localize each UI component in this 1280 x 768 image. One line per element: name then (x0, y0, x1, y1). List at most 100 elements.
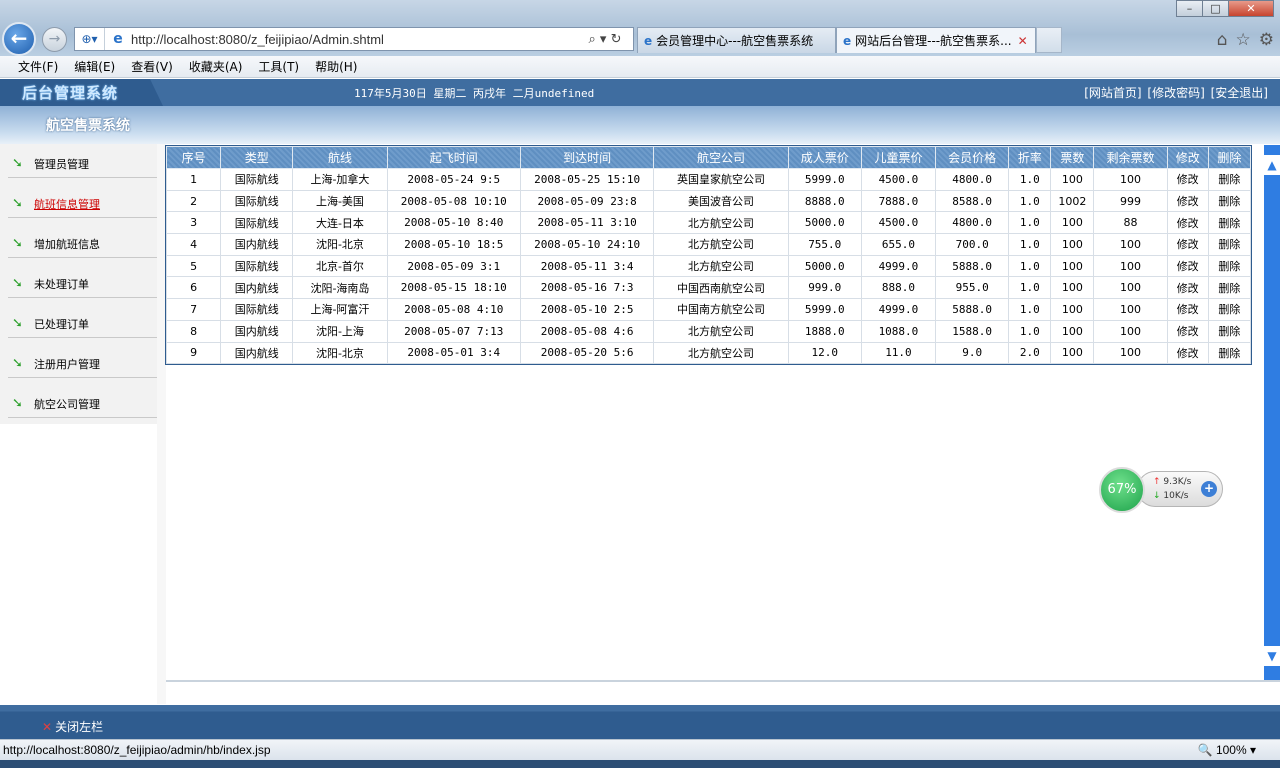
green-arrow-icon: ➘ (12, 315, 23, 331)
edit-link[interactable]: 修改 (1166, 168, 1209, 191)
back-button[interactable]: ← (2, 22, 36, 56)
close-sidebar-label: 关闭左栏 (55, 720, 104, 734)
table-cell: 11.0 (860, 341, 937, 365)
site-home-link[interactable]: [网站首页] (1084, 86, 1141, 100)
green-arrow-icon: ➘ (12, 155, 23, 171)
sidebar-item-label: 已处理订单 (34, 317, 89, 331)
delete-link[interactable]: 删除 (1207, 341, 1252, 365)
edit-link[interactable]: 修改 (1166, 298, 1209, 321)
tab-admin[interactable]: e 网站后台管理---航空售票系... ✕ (836, 27, 1036, 53)
table-cell: 2 (165, 189, 222, 213)
ie-page-icon: e (113, 31, 123, 47)
tab-label: 会员管理中心---航空售票系统 (656, 34, 814, 48)
menu-favorites[interactable]: 收藏夹(A) (189, 58, 243, 75)
sidebar-item-airlines[interactable]: ➘ 航空公司管理 (8, 390, 157, 418)
delete-link[interactable]: 删除 (1207, 211, 1252, 235)
search-refresh-icons[interactable]: ⌕ ▾ ↻ (577, 32, 633, 47)
settings-gear-icon[interactable]: ⚙ (1259, 30, 1274, 50)
scroll-down-icon[interactable]: ▼ (1264, 646, 1280, 666)
table-cell: 上海-阿富汗 (292, 298, 388, 321)
tab-member-center[interactable]: e 会员管理中心---航空售票系统 (637, 27, 836, 53)
green-arrow-icon: ➘ (12, 235, 23, 251)
address-url[interactable]: http://localhost:8080/z_feijipiao/Admin.… (131, 32, 577, 47)
column-header: 会员价格 (935, 146, 1010, 169)
sidebar-item-flights[interactable]: ➘ 航班信息管理 (8, 190, 157, 218)
table-cell: 655.0 (860, 233, 937, 256)
forward-button[interactable]: → (42, 27, 67, 52)
delete-link[interactable]: 删除 (1207, 319, 1252, 343)
green-arrow-icon: ➘ (12, 275, 23, 291)
close-window-button[interactable]: ✕ (1228, 0, 1274, 17)
menu-edit[interactable]: 编辑(E) (74, 58, 115, 75)
maximize-button[interactable]: □ (1202, 0, 1229, 17)
table-cell: 100 (1050, 298, 1095, 321)
flights-table: 序号 类型 航线 起飞时间 到达时间 航空公司 成人票价 儿童票价 会员价格 折率 票数 剩余票数 修改… (165, 146, 1252, 365)
edit-link[interactable]: 修改 (1166, 319, 1209, 343)
table-row: 9 国内航线 沈阳-北京 2008-05-01 3:4 2008-05-20 5:6 北方… (165, 341, 1252, 365)
menu-help[interactable]: 帮助(H) (315, 58, 357, 75)
table-cell: 1.0 (1008, 298, 1052, 321)
edit-link[interactable]: 修改 (1166, 276, 1209, 300)
new-tab-button[interactable] (1036, 27, 1062, 53)
sidebar-item-processed-orders[interactable]: ➘ 已处理订单 (8, 310, 157, 338)
edit-link[interactable]: 修改 (1166, 341, 1209, 365)
table-row: 8 国内航线 沈阳-上海 2008-05-07 7:13 2008-05-08 4:6 北… (165, 319, 1252, 343)
sidebar-item-users[interactable]: ➘ 注册用户管理 (8, 350, 157, 378)
delete-link[interactable]: 删除 (1207, 254, 1252, 278)
zoom-level[interactable]: 🔍 100% ▾ (1198, 743, 1256, 757)
table-row: 3 国际航线 大连-日本 2008-05-10 8:40 2008-05-11 3:10… (165, 211, 1252, 235)
sidebar-item-pending-orders[interactable]: ➘ 未处理订单 (8, 270, 157, 298)
sidebar-item-admin[interactable]: ➘ 管理员管理 (8, 150, 157, 178)
menu-view[interactable]: 查看(V) (131, 58, 173, 75)
table-cell: 2008-05-08 10:10 (386, 189, 521, 213)
table-cell: 2008-05-09 23:8 (519, 189, 655, 213)
table-cell: 5999.0 (787, 168, 862, 191)
delete-link[interactable]: 删除 (1207, 189, 1252, 213)
close-sidebar-button[interactable]: ✕ 关闭左栏 (42, 718, 103, 735)
delete-link[interactable]: 删除 (1207, 168, 1252, 191)
edit-link[interactable]: 修改 (1166, 189, 1209, 213)
delete-link[interactable]: 删除 (1207, 276, 1252, 300)
network-speed-widget[interactable]: 67% ↑ 9.3K/s ↓ 10K/s + (1097, 467, 1225, 513)
scroll-up-icon[interactable]: ▲ (1264, 155, 1280, 175)
table-cell: 3 (165, 211, 222, 235)
sidebar-item-add-flight[interactable]: ➘ 增加航班信息 (8, 230, 157, 258)
table-cell: 5000.0 (787, 254, 862, 278)
table-cell: 4800.0 (935, 211, 1010, 235)
column-header: 类型 (220, 146, 294, 169)
vertical-scrollbar[interactable]: ▲ ▼ (1264, 145, 1280, 680)
table-cell: 4999.0 (860, 254, 937, 278)
table-cell: 1.0 (1008, 276, 1052, 300)
edit-link[interactable]: 修改 (1166, 233, 1209, 256)
delete-link[interactable]: 删除 (1207, 233, 1252, 256)
compat-view-icon[interactable]: ⊕▾ (75, 28, 105, 50)
table-cell: 1.0 (1008, 233, 1052, 256)
column-header: 起飞时间 (386, 146, 521, 169)
menu-file[interactable]: 文件(F) (18, 58, 58, 75)
table-cell: 美国波音公司 (653, 189, 789, 213)
table-cell: 7 (165, 298, 222, 321)
edit-link[interactable]: 修改 (1166, 254, 1209, 278)
edit-link[interactable]: 修改 (1166, 211, 1209, 235)
menu-tools[interactable]: 工具(T) (258, 58, 299, 75)
table-cell: 2008-05-07 7:13 (386, 319, 521, 343)
memory-percent[interactable]: 67% (1099, 467, 1145, 513)
table-cell: 2008-05-10 24:10 (519, 233, 655, 256)
minimize-button[interactable]: – (1176, 0, 1203, 17)
sidebar-item-label: 航空公司管理 (34, 397, 100, 411)
table-cell: 北方航空公司 (653, 254, 789, 278)
close-tab-icon[interactable]: ✕ (1018, 34, 1028, 48)
table-cell: 2008-05-25 15:10 (519, 168, 655, 191)
widget-plus-icon[interactable]: + (1201, 481, 1217, 497)
favorites-star-icon[interactable]: ☆ (1236, 30, 1251, 50)
logo-text: 后台管理系统 (22, 84, 119, 102)
table-cell: 100 (1093, 254, 1168, 278)
logout-link[interactable]: [安全退出] (1211, 86, 1268, 100)
table-cell: 999 (1093, 189, 1168, 213)
address-bar[interactable]: ⊕▾ e http://localhost:8080/z_feijipiao/A… (74, 27, 634, 51)
change-password-link[interactable]: [修改密码] (1147, 86, 1204, 100)
home-icon[interactable]: ⌂ (1217, 30, 1228, 50)
delete-link[interactable]: 删除 (1207, 298, 1252, 321)
browser-titlebar: – □ ✕ ← → ⊕▾ e http://localhost:8080/z_f… (0, 0, 1280, 58)
table-cell: 国际航线 (220, 168, 294, 191)
